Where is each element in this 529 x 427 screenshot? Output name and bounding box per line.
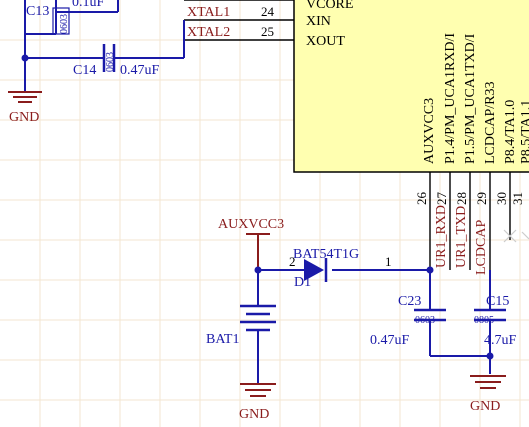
net-label-xtal1: XTAL1 — [187, 5, 230, 20]
c23-package: 0603 — [415, 315, 435, 326]
junction-dot — [254, 266, 262, 274]
pin-name-p8-5: P8.5/TA1.1 — [519, 100, 529, 164]
c23-ref: C23 — [398, 294, 421, 309]
capacitor-c14[interactable]: C14 0603 0.47uF — [73, 44, 160, 78]
pin-number-28: 28 — [454, 192, 469, 205]
pin-number-29: 29 — [474, 192, 489, 205]
c13-package: 0603 — [59, 14, 70, 34]
c23-value: 0.47uF — [370, 333, 410, 348]
junction-dot — [486, 352, 494, 360]
pin-number-24: 24 — [261, 4, 275, 19]
gnd-label: GND — [470, 399, 500, 414]
net-label-xtal2: XTAL2 — [187, 25, 230, 40]
gnd-symbol: GND — [8, 90, 42, 125]
net-label-ur1-rxd: UR1_RXD — [434, 205, 449, 268]
d1-pin-a: 2 — [289, 254, 296, 269]
capacitor-c23[interactable]: C23 0603 0.47uF — [370, 270, 446, 356]
diode-d1[interactable]: BAT54T1G D1 2 1 — [289, 247, 392, 290]
schematic-canvas: VCORE XTAL1 24 XIN XTAL2 25 XOUT AUXVCC3… — [0, 0, 529, 427]
net-label-lcdcap: LCDCAP — [474, 220, 489, 275]
pin-number-27: 27 — [434, 192, 449, 206]
junction-dot — [21, 54, 29, 62]
c14-package: 0603 — [105, 52, 116, 72]
pin-number-25: 25 — [261, 24, 274, 39]
pin-number-30: 30 — [494, 192, 509, 205]
c15-package: 0805 — [474, 315, 494, 326]
bat1-ref: BAT1 — [206, 332, 239, 347]
pin-name-p1-4: P1.4/PM_UCA1RXD/I — [443, 33, 458, 164]
pin-name-p1-5: P1.5/PM_UCA1TXD/I — [463, 33, 478, 164]
c13-value: 0.1uF — [72, 0, 105, 10]
d1-ref: D1 — [294, 275, 311, 290]
capacitor-c13[interactable]: C13 0603 0.1uF — [25, 0, 105, 35]
ic-top-pin-name: VCORE — [306, 0, 353, 12]
gnd-label: GND — [9, 110, 39, 125]
c15-ref: C15 — [486, 294, 509, 309]
d1-part: BAT54T1G — [293, 247, 359, 262]
net-label-ur1-txd: UR1_TXD — [454, 206, 469, 268]
d1-pin-k: 1 — [385, 254, 392, 269]
c13-ref: C13 — [26, 4, 49, 19]
pin-number-31: 31 — [510, 192, 525, 205]
gnd-symbol: GND — [470, 375, 506, 414]
c15-value: 4.7uF — [484, 333, 517, 348]
pin-name-p8-4: P8.4/TA1.0 — [503, 100, 518, 164]
gnd-symbol: GND — [239, 383, 276, 422]
gnd-label: GND — [239, 407, 269, 422]
power-port-auxvcc3: AUXVCC3 — [218, 217, 284, 270]
battery-bat1[interactable]: BAT1 — [206, 304, 276, 347]
pin-name-xin: XIN — [306, 14, 331, 29]
c14-value: 0.47uF — [120, 63, 160, 78]
c14-ref: C14 — [73, 63, 96, 78]
auxvcc3-label: AUXVCC3 — [218, 217, 284, 232]
pin-number-26: 26 — [414, 192, 429, 206]
pin-name-lcdcap: LCDCAP/R33 — [483, 82, 498, 164]
pin-name-auxvcc3: AUXVCC3 — [422, 98, 437, 164]
pin-name-xout: XOUT — [306, 34, 345, 49]
